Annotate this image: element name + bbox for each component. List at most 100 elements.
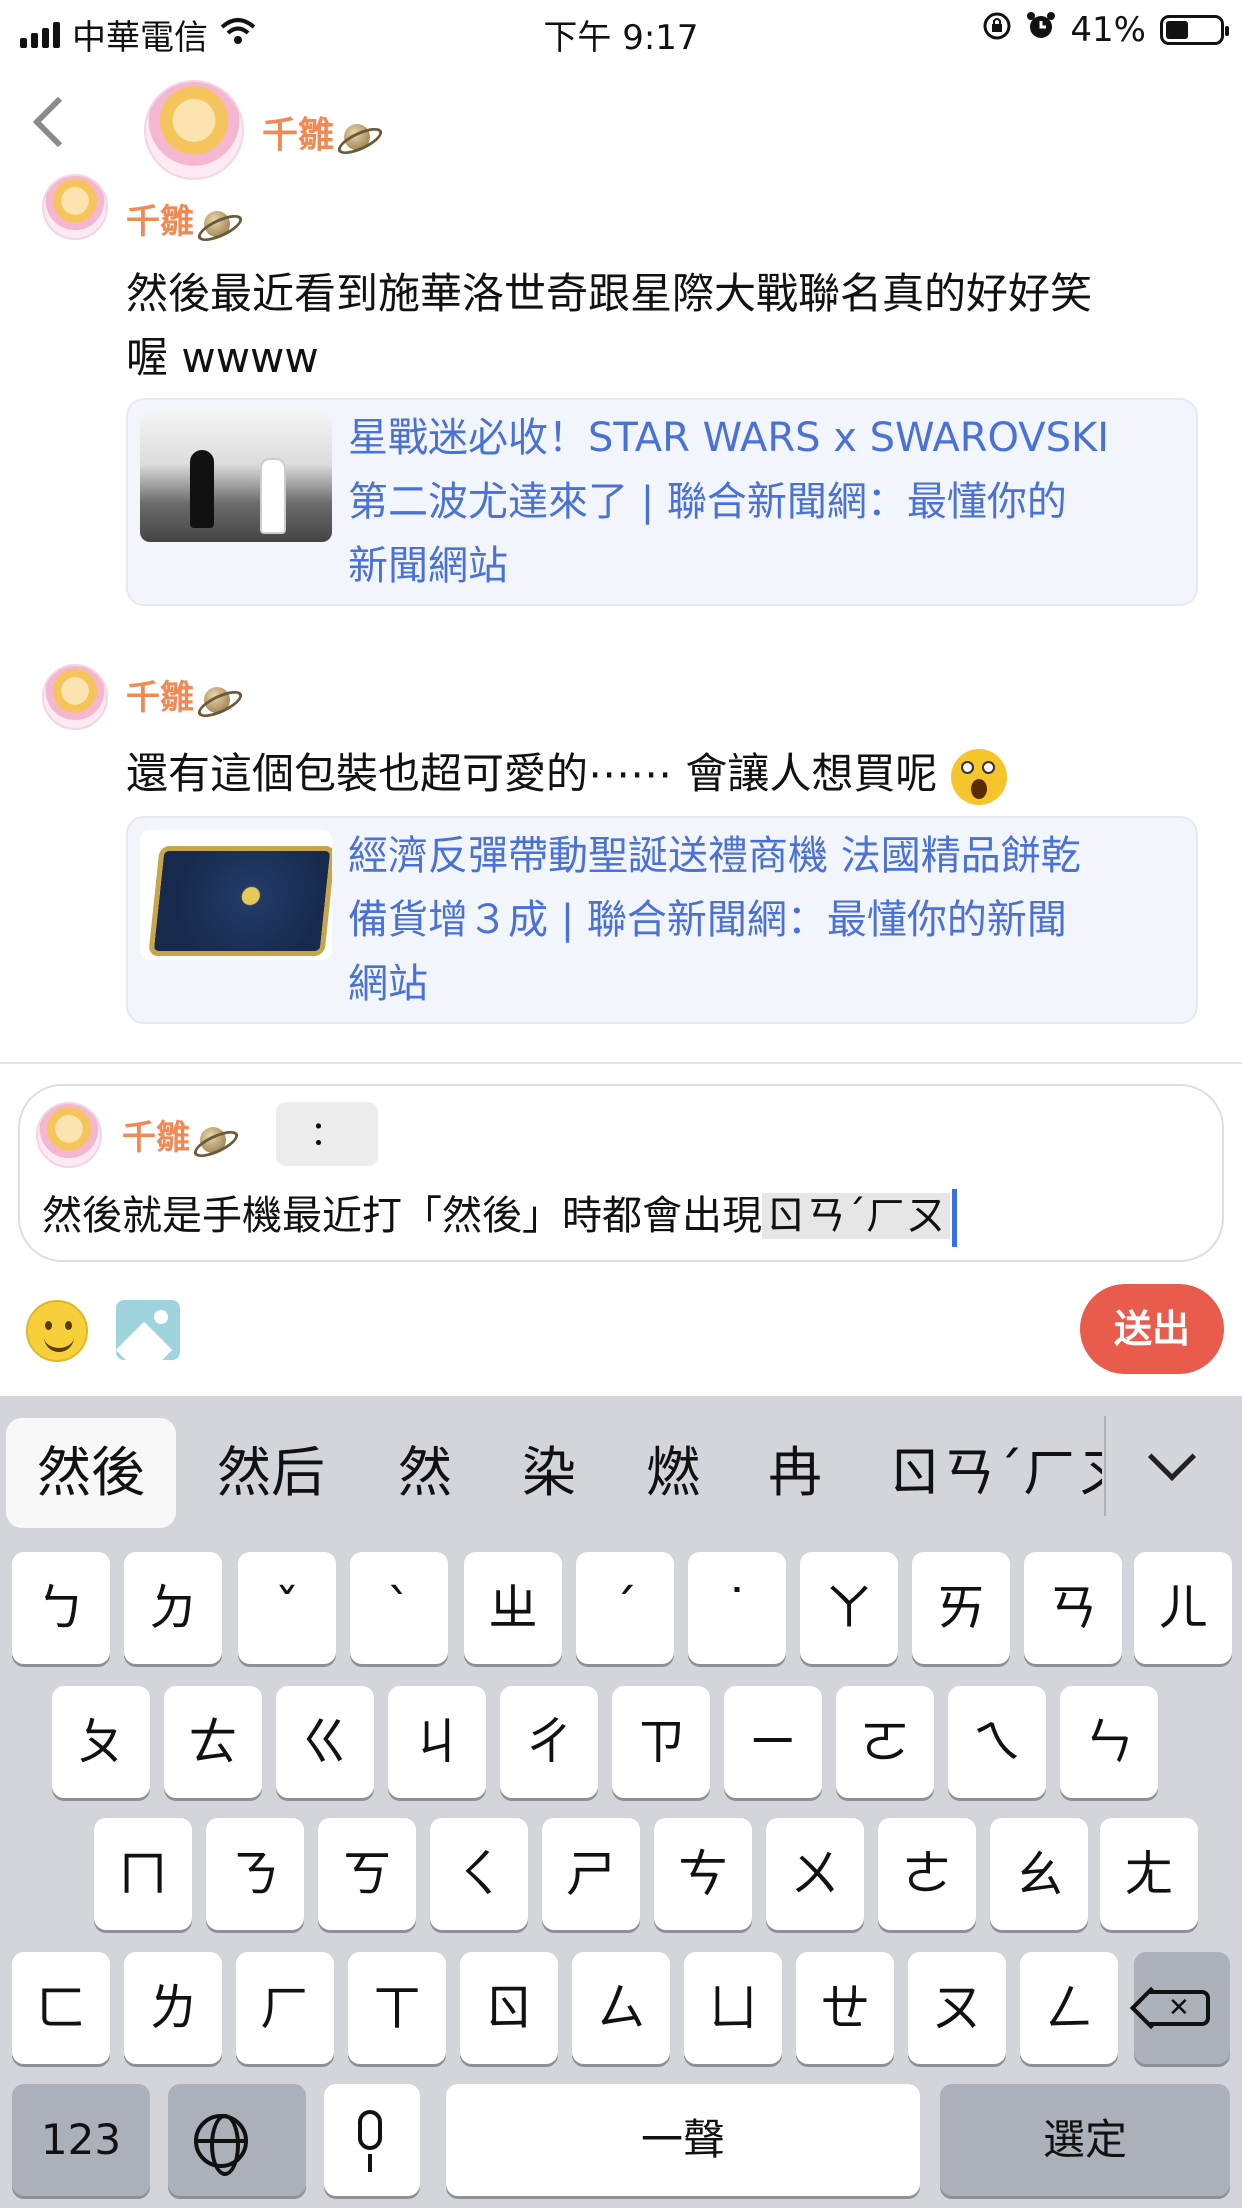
key[interactable]: ㄩ xyxy=(684,1952,782,2064)
shocked-face-emoji-icon xyxy=(950,748,1007,805)
key[interactable]: ㄚ xyxy=(800,1552,898,1664)
link-preview-card[interactable]: 經濟反彈帶動聖誕送禮商機 法國精品餅乾 備貨增３成 | 聯合新聞網：最懂你的新聞… xyxy=(126,816,1198,1024)
message-text: 然後最近看到施華洛世奇跟星際大戰聯名真的好好笑 喔 wwww xyxy=(126,269,1093,382)
battery-percent: 41% xyxy=(1070,10,1146,50)
reply-name: 千雛 xyxy=(122,1110,236,1163)
candidate-item[interactable]: 染 xyxy=(504,1418,594,1528)
dictation-key[interactable] xyxy=(324,2084,420,2196)
key[interactable]: ㄉ xyxy=(124,1552,222,1664)
planet-icon xyxy=(194,201,240,247)
key[interactable]: ㄓ xyxy=(464,1552,562,1664)
key[interactable]: ㄖ xyxy=(460,1952,558,2064)
composer-toolbar: 送出 xyxy=(0,1276,1242,1396)
link-preview-card[interactable]: 星戰迷必收！STAR WARS x SWAROVSKI 第二波尤達來了 | 聯合… xyxy=(126,398,1198,606)
key[interactable]: ㄏ xyxy=(236,1952,334,2064)
globe-key[interactable] xyxy=(168,2084,306,2196)
header-name[interactable]: 千雛 xyxy=(262,106,380,160)
message-text: 還有這個包裝也超可愛的⋯⋯ 會讓人想買呢 xyxy=(126,742,1206,806)
text-caret xyxy=(952,1189,957,1247)
reply-colon-chip: ： xyxy=(276,1102,378,1166)
key[interactable]: ㄧ xyxy=(724,1686,822,1798)
key[interactable]: ㄕ xyxy=(542,1818,640,1930)
candidate-item[interactable]: 冉 xyxy=(750,1418,840,1528)
candidate-item[interactable]: 然 xyxy=(380,1418,470,1528)
backspace-icon xyxy=(1150,1990,1210,2026)
image-icon[interactable] xyxy=(116,1300,180,1360)
key[interactable]: ㄤ xyxy=(1100,1818,1198,1930)
microphone-icon xyxy=(358,2110,382,2172)
link-thumbnail xyxy=(140,830,332,960)
key[interactable]: ㄞ xyxy=(912,1552,1010,1664)
numbers-key[interactable]: 123 xyxy=(12,2084,150,2196)
key[interactable]: ㄈ xyxy=(12,1952,110,2064)
key[interactable]: ㄍ xyxy=(276,1686,374,1798)
planet-icon xyxy=(334,114,380,160)
key[interactable]: ㄜ xyxy=(878,1818,976,1930)
key[interactable]: ㄌ xyxy=(124,1952,222,2064)
avatar[interactable] xyxy=(42,664,108,730)
message: 千雛 還有這個包裝也超可愛的⋯⋯ 會讓人想買呢 經濟反彈帶動聖誕送禮商機 法國精… xyxy=(0,662,1242,1032)
key[interactable]: ㄨ xyxy=(766,1818,864,1930)
key[interactable]: ㄥ xyxy=(1020,1952,1118,2064)
key[interactable]: ˇ xyxy=(238,1552,336,1664)
globe-icon xyxy=(194,2114,248,2176)
sender-name[interactable]: 千雛 xyxy=(126,670,240,723)
divider xyxy=(0,1062,1242,1064)
composing-text: ㄖㄢˊㄏㄡ xyxy=(762,1193,950,1239)
message-composer[interactable]: 千雛 ： 然後就是手機最近打「然後」時都會出現 ㄖㄢˊㄏㄡ xyxy=(18,1084,1224,1262)
back-chevron-icon[interactable] xyxy=(32,96,84,148)
key[interactable]: ㄟ xyxy=(948,1686,1046,1798)
status-bar: 中華電信 下午 9:17 41% xyxy=(0,0,1242,62)
candidate-item[interactable]: ㄖㄢˊㄏㄡ xyxy=(888,1418,1102,1528)
planet-icon xyxy=(190,1117,236,1163)
key[interactable]: ㄦ xyxy=(1134,1552,1232,1664)
message: 千雛 然後最近看到施華洛世奇跟星際大戰聯名真的好好笑 喔 wwww 星戰迷必收！… xyxy=(0,174,1242,622)
emoji-icon[interactable] xyxy=(26,1300,88,1362)
chat-header: 千雛 xyxy=(0,62,1242,182)
space-key[interactable]: 一聲 xyxy=(446,2084,920,2196)
sender-name[interactable]: 千雛 xyxy=(126,194,240,247)
header-avatar[interactable] xyxy=(144,80,244,180)
key[interactable]: ㄠ xyxy=(990,1818,1088,1930)
alarm-icon xyxy=(1026,10,1056,50)
key[interactable]: ㄋ xyxy=(206,1818,304,1930)
key[interactable]: ㄅ xyxy=(12,1552,110,1664)
planet-icon xyxy=(194,677,240,723)
key[interactable]: ㄑ xyxy=(430,1818,528,1930)
candidate-item[interactable]: 燃 xyxy=(628,1418,718,1528)
key[interactable]: ㄐ xyxy=(388,1686,486,1798)
zhuyin-keyboard: 然後 然后 然 染 燃 冉 ㄖㄢˊㄏㄡ ㄅ ㄉ ˇ ˋ ㄓ ˊ ˙ ㄚ ㄞ ㄢ … xyxy=(0,1396,1242,2208)
link-thumbnail xyxy=(140,412,332,542)
key[interactable]: ㄢ xyxy=(1024,1552,1122,1664)
link-title[interactable]: 星戰迷必收！STAR WARS x SWAROVSKI 第二波尤達來了 | 聯合… xyxy=(348,406,1182,598)
key[interactable]: ㄇ xyxy=(94,1818,192,1930)
backspace-key[interactable] xyxy=(1134,1952,1230,2064)
key[interactable]: ㄝ xyxy=(796,1952,894,2064)
key[interactable]: ㄣ xyxy=(1060,1686,1158,1798)
key[interactable]: ㄘ xyxy=(654,1818,752,1930)
key[interactable]: ˊ xyxy=(576,1552,674,1664)
key[interactable]: ㄛ xyxy=(836,1686,934,1798)
candidate-bar: 然後 然后 然 染 燃 冉 ㄖㄢˊㄏㄡ xyxy=(0,1396,1242,1536)
battery-icon xyxy=(1160,15,1229,45)
avatar[interactable] xyxy=(42,174,108,240)
link-title[interactable]: 經濟反彈帶動聖誕送禮商機 法國精品餅乾 備貨增３成 | 聯合新聞網：最懂你的新聞… xyxy=(348,824,1182,1016)
key[interactable]: ㄡ xyxy=(908,1952,1006,2064)
key[interactable]: ㄎ xyxy=(318,1818,416,1930)
key[interactable]: ㄗ xyxy=(612,1686,710,1798)
candidate-separator xyxy=(1104,1416,1106,1516)
candidate-item[interactable]: 然後 xyxy=(6,1418,176,1528)
key[interactable]: ㄊ xyxy=(164,1686,262,1798)
key[interactable]: ㄆ xyxy=(52,1686,150,1798)
reply-avatar xyxy=(36,1102,102,1168)
chevron-down-icon[interactable] xyxy=(1147,1432,1197,1482)
candidate-item[interactable]: 然后 xyxy=(196,1418,346,1528)
confirm-key[interactable]: 選定 xyxy=(940,2084,1230,2196)
key[interactable]: ˙ xyxy=(688,1552,786,1664)
key[interactable]: ˋ xyxy=(350,1552,448,1664)
key[interactable]: ㄙ xyxy=(572,1952,670,2064)
key[interactable]: ㄒ xyxy=(348,1952,446,2064)
send-button[interactable]: 送出 xyxy=(1080,1284,1224,1374)
key[interactable]: ㄔ xyxy=(500,1686,598,1798)
message-input[interactable]: 然後就是手機最近打「然後」時都會出現 ㄖㄢˊㄏㄡ xyxy=(42,1184,957,1248)
